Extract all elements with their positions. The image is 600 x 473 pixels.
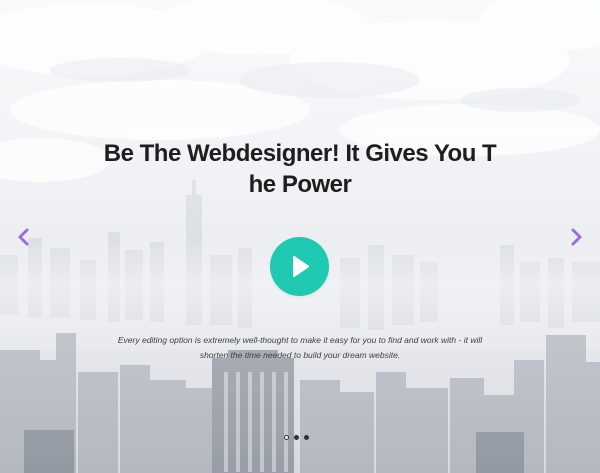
- hero-slider: Be The Webdesigner! It Gives You T he Po…: [0, 0, 600, 473]
- slide-dot-1[interactable]: [284, 434, 289, 440]
- hero-description: Every editing option is extremely well-t…: [117, 335, 483, 360]
- slide-dot-3[interactable]: [304, 434, 309, 440]
- chevron-left-icon: [18, 228, 29, 246]
- slide-dot-2[interactable]: [294, 434, 299, 440]
- hero-headline: Be The Webdesigner! It Gives You T he Po…: [103, 140, 497, 198]
- prev-slide-button[interactable]: [14, 226, 34, 248]
- play-icon: [293, 256, 309, 277]
- play-video-button[interactable]: [270, 237, 329, 296]
- chevron-right-icon: [571, 228, 582, 246]
- slide-indicators: [284, 433, 316, 441]
- next-slide-button[interactable]: [566, 226, 586, 248]
